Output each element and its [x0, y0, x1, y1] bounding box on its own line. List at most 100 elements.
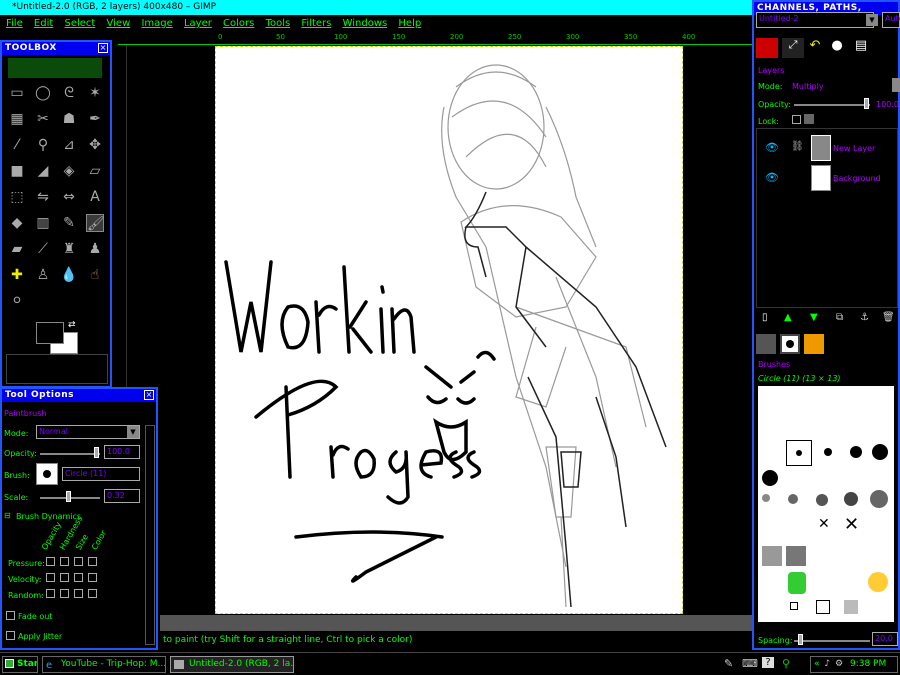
vertical-scrollbar[interactable]: [145, 425, 155, 645]
apply-jitter-checkbox[interactable]: [6, 631, 15, 640]
ellipse-select-icon[interactable]: ◯: [34, 84, 52, 102]
rect-select-icon[interactable]: ▭: [8, 84, 26, 102]
brush-swatch[interactable]: [816, 494, 828, 506]
blur-icon[interactable]: 💧: [60, 266, 78, 284]
perspective-clone-icon[interactable]: ♙: [34, 266, 52, 284]
shear-icon[interactable]: ▱: [86, 162, 104, 180]
ink-icon[interactable]: ♜: [60, 240, 78, 258]
align-icon[interactable]: ⇔: [60, 188, 78, 206]
menu-colors[interactable]: Colors: [223, 18, 254, 29]
pencil-icon[interactable]: ✎: [60, 214, 78, 232]
foreground-select-icon[interactable]: ☗: [60, 110, 78, 128]
raise-layer-icon[interactable]: ▲: [784, 312, 792, 323]
shield-icon[interactable]: ⚙: [835, 659, 843, 669]
layers-tab-icon[interactable]: [756, 38, 778, 58]
eraser-icon[interactable]: ▰: [8, 240, 26, 258]
brush-swatch[interactable]: [762, 470, 778, 486]
scale-input[interactable]: 0.32: [104, 489, 140, 503]
chevron-down-icon[interactable]: [892, 78, 900, 92]
brush-swatch[interactable]: [790, 602, 798, 610]
brushes-tab-icon[interactable]: [780, 334, 800, 354]
duplicate-layer-icon[interactable]: ⧉: [836, 312, 843, 323]
pepper-brush-icon[interactable]: [788, 572, 806, 594]
brush-swatch[interactable]: [824, 448, 832, 456]
document-tab-icon[interactable]: ▤: [850, 38, 872, 58]
lock-checkbox[interactable]: [792, 115, 801, 124]
dodge-burn-icon[interactable]: ⚪: [8, 292, 26, 310]
brush-swatch[interactable]: [872, 444, 888, 460]
network-tray-icon[interactable]: ⚲: [782, 657, 790, 670]
dyn-checkbox[interactable]: [46, 573, 55, 582]
brush-swatch[interactable]: [844, 492, 858, 506]
menu-image[interactable]: Image: [141, 18, 172, 29]
opacity-slider[interactable]: [40, 453, 100, 455]
chain-icon[interactable]: ⛓: [791, 141, 804, 152]
brush-pattern-area[interactable]: [6, 354, 108, 384]
lower-layer-icon[interactable]: ▼: [810, 312, 818, 323]
lasso-icon[interactable]: ᘓ: [60, 84, 78, 102]
volume-icon[interactable]: ♪: [824, 659, 830, 669]
fade-out-checkbox[interactable]: [6, 611, 15, 620]
image-canvas[interactable]: [215, 46, 683, 614]
layer-row[interactable]: 👁 Background: [757, 163, 897, 193]
dyn-checkbox[interactable]: [60, 573, 69, 582]
close-icon[interactable]: ×: [98, 43, 108, 53]
brush-swatch[interactable]: ✕: [818, 516, 830, 532]
menu-layer[interactable]: Layer: [184, 18, 212, 29]
scale-icon[interactable]: ◈: [60, 162, 78, 180]
flip-icon[interactable]: ⇋: [34, 188, 52, 206]
dyn-checkbox[interactable]: [88, 589, 97, 598]
new-layer-icon[interactable]: ▯: [762, 312, 768, 323]
clone-icon[interactable]: ♟: [86, 240, 104, 258]
layer-opacity-value[interactable]: 100.0: [876, 100, 899, 109]
menu-windows[interactable]: Windows: [343, 18, 388, 29]
menu-filters[interactable]: Filters: [301, 18, 331, 29]
gradients-tab-icon[interactable]: [756, 334, 776, 354]
chevron-down-icon[interactable]: ▼: [127, 426, 139, 438]
patterns-tab-icon[interactable]: [804, 334, 824, 354]
perspective-icon[interactable]: ⬚: [8, 188, 26, 206]
brush-swatch[interactable]: [868, 572, 888, 592]
menu-tools[interactable]: Tools: [266, 18, 291, 29]
magic-wand-icon[interactable]: ✶: [86, 84, 104, 102]
layer-mode-select[interactable]: Multiply: [792, 82, 824, 91]
brush-swatch[interactable]: [788, 494, 798, 504]
delete-layer-icon[interactable]: 🗑: [882, 312, 895, 323]
brush-swatch[interactable]: [870, 490, 888, 508]
menu-select[interactable]: Select: [64, 18, 95, 29]
channels-tab-icon[interactable]: ●: [826, 38, 848, 58]
scale-slider-handle[interactable]: [66, 491, 71, 502]
auto-button[interactable]: Auto: [882, 12, 900, 28]
spacing-input[interactable]: 20.0: [872, 632, 898, 646]
horizontal-scrollbar[interactable]: [160, 615, 752, 631]
dyn-checkbox[interactable]: [74, 589, 83, 598]
opacity-input[interactable]: 100.0: [104, 445, 140, 459]
close-icon[interactable]: ×: [144, 390, 154, 400]
brush-swatch[interactable]: [762, 494, 770, 502]
taskbar-youtube[interactable]: YouTube - Trip-Hop: M...: [42, 656, 166, 673]
pen-tray-icon[interactable]: ✎: [724, 657, 733, 670]
menu-edit[interactable]: Edit: [34, 18, 53, 29]
paintbrush-icon[interactable]: 🖌: [86, 214, 105, 232]
dyn-checkbox[interactable]: [88, 573, 97, 582]
layer-opacity-slider[interactable]: [794, 104, 870, 106]
expand-tray-icon[interactable]: «: [814, 659, 820, 669]
select-by-color-icon[interactable]: ▦: [8, 110, 26, 128]
expander-icon[interactable]: ⊟: [4, 511, 11, 520]
dyn-checkbox[interactable]: [60, 557, 69, 566]
menu-file[interactable]: File: [6, 18, 23, 29]
opacity-slider-handle[interactable]: [94, 447, 99, 458]
rotate-icon[interactable]: ◢: [34, 162, 52, 180]
dyn-checkbox[interactable]: [46, 589, 55, 598]
brush-grid[interactable]: ✕ ✕: [758, 386, 894, 622]
mode-select[interactable]: Normal: [36, 425, 140, 439]
brush-swatch[interactable]: [816, 600, 830, 614]
taskbar-gimp[interactable]: Untitled-2.0 (RGB, 2 la...: [170, 656, 294, 673]
blend-icon[interactable]: ▥: [34, 214, 52, 232]
move-icon[interactable]: ✥: [86, 136, 104, 154]
tray-icon[interactable]: ⌨: [742, 657, 758, 670]
lock-alpha-icon[interactable]: [804, 114, 814, 124]
color-picker-icon[interactable]: ⁄: [8, 136, 26, 154]
brush-swatch[interactable]: [796, 450, 802, 456]
anchor-layer-icon[interactable]: ⚓: [860, 312, 869, 323]
